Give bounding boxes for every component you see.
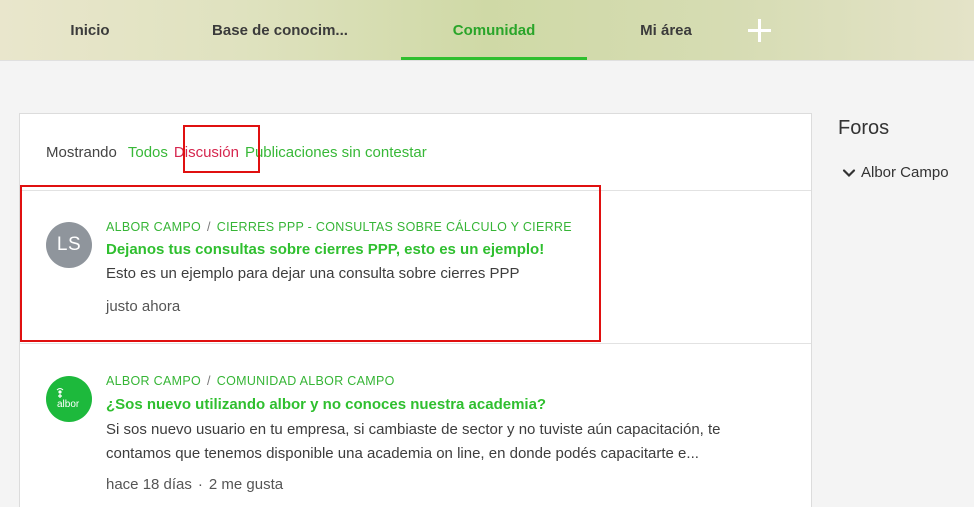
plus-icon[interactable] [746,17,774,45]
post-excerpt: Si sos nuevo usuario en tu empresa, si c… [106,421,721,462]
filter-sin-contestar[interactable]: Publicaciones sin contestar [245,144,427,161]
divider [20,343,811,344]
breadcrumb-subcategory[interactable]: COMUNIDAD ALBOR CAMPO [217,374,395,388]
sidebar-item-label: Albor Campo [861,164,949,181]
post-likes[interactable]: 2 me gusta [209,476,283,493]
chevron-down-icon [842,168,856,177]
annotation-highlight-filter [183,125,260,173]
post-timestamp: hace 18 días [106,476,192,493]
tab-inicio[interactable]: Inicio [40,0,140,61]
svg-text:albor: albor [57,399,80,410]
filter-label: Mostrando [46,144,117,161]
top-navigation: Inicio Base de conocim... Comunidad Mi á… [0,0,974,61]
sidebar-item-albor-campo[interactable]: Albor Campo [842,164,949,181]
breadcrumb: ALBOR CAMPO / COMUNIDAD ALBOR CAMPO [106,374,395,388]
avatar[interactable]: albor [46,376,92,422]
tab-mi-area[interactable]: Mi área [616,0,716,61]
filter-todos[interactable]: Todos [128,144,168,161]
breadcrumb-category[interactable]: ALBOR CAMPO [106,374,201,388]
sidebar-title: Foros [838,117,890,139]
post-title[interactable]: ¿Sos nuevo utilizando albor y no conoces… [106,396,546,413]
breadcrumb-separator: / [207,374,211,388]
albor-logo-icon: albor [56,388,80,410]
meta-separator: · [197,476,203,493]
tab-comunidad[interactable]: Comunidad [401,0,587,61]
post-meta: hace 18 días · 2 me gusta [106,476,283,493]
tab-base-de-conocimiento[interactable]: Base de conocim... [195,0,365,61]
active-tab-indicator [401,57,587,60]
annotation-highlight-post [20,185,601,342]
